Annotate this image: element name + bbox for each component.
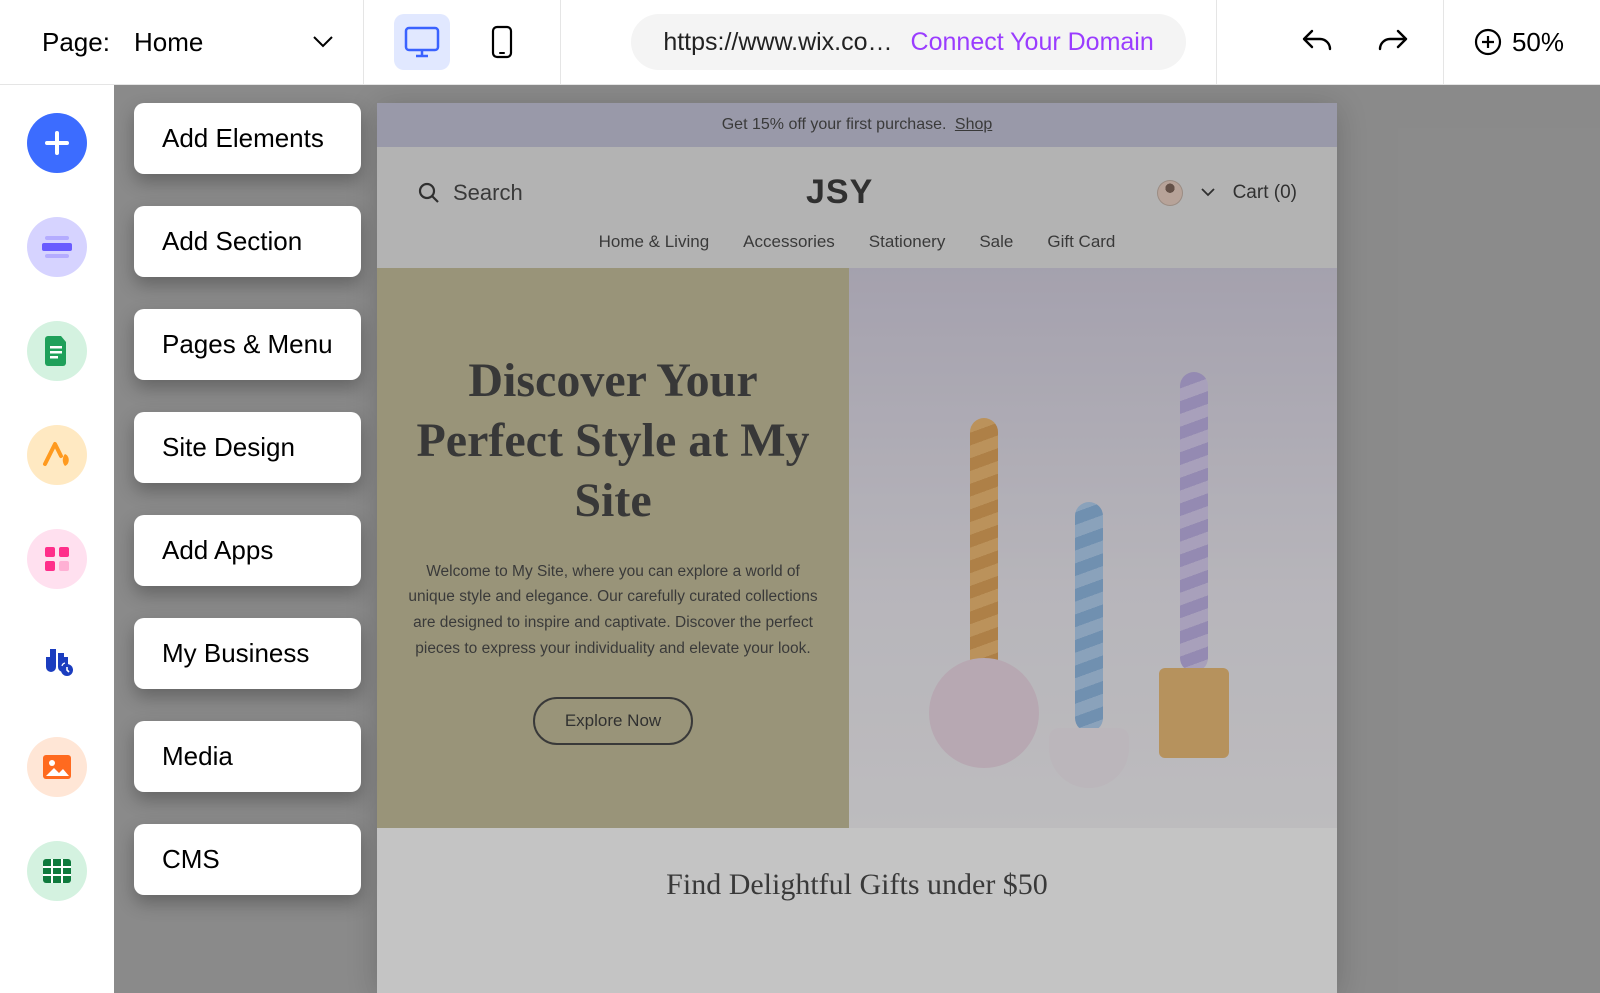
divider bbox=[560, 0, 561, 84]
desktop-view-button[interactable] bbox=[394, 14, 450, 70]
nav-item[interactable]: Home & Living bbox=[599, 232, 710, 252]
rail-pages-menu[interactable] bbox=[27, 321, 87, 381]
nav-item[interactable]: Accessories bbox=[743, 232, 835, 252]
apps-icon bbox=[43, 545, 71, 573]
redo-icon bbox=[1376, 27, 1410, 57]
undo-button[interactable] bbox=[1297, 22, 1337, 62]
chevron-down-icon[interactable] bbox=[1201, 188, 1215, 197]
workspace: Add Elements Add Section Pages & Menu Si… bbox=[0, 85, 1600, 993]
tooltip-my-business[interactable]: My Business bbox=[134, 618, 361, 689]
tooltip-add-apps[interactable]: Add Apps bbox=[134, 515, 361, 586]
site-nav: Home & Living Accessories Stationery Sal… bbox=[417, 232, 1297, 252]
search-icon bbox=[417, 181, 441, 205]
header-right: Cart (0) bbox=[1157, 180, 1297, 206]
mobile-view-button[interactable] bbox=[474, 14, 530, 70]
cart-link[interactable]: Cart (0) bbox=[1233, 182, 1297, 204]
page-dropdown[interactable]: Home bbox=[134, 27, 333, 58]
divider bbox=[1216, 0, 1217, 84]
nav-item[interactable]: Gift Card bbox=[1047, 232, 1115, 252]
hero-image bbox=[849, 268, 1337, 828]
chevron-down-icon bbox=[313, 36, 333, 48]
device-switch bbox=[394, 14, 530, 70]
site-url: https://www.wix.co… bbox=[663, 28, 892, 57]
redo-button[interactable] bbox=[1373, 22, 1413, 62]
rail-add-apps[interactable] bbox=[27, 529, 87, 589]
hero-cta-button[interactable]: Explore Now bbox=[533, 697, 693, 745]
connect-domain-link[interactable]: Connect Your Domain bbox=[911, 28, 1154, 57]
divider bbox=[363, 0, 364, 84]
rail-cms[interactable] bbox=[27, 841, 87, 901]
nav-item[interactable]: Sale bbox=[979, 232, 1013, 252]
rail-my-business[interactable] bbox=[27, 633, 87, 693]
rail-add-section[interactable] bbox=[27, 217, 87, 277]
tooltip-cms[interactable]: CMS bbox=[134, 824, 361, 895]
page-value: Home bbox=[134, 27, 203, 58]
plus-icon bbox=[43, 129, 71, 157]
zoom-plus-icon bbox=[1474, 28, 1502, 56]
section-icon bbox=[42, 236, 72, 258]
site-logo[interactable]: JSY bbox=[806, 173, 873, 212]
nav-item[interactable]: Stationery bbox=[869, 232, 946, 252]
site-preview[interactable]: Get 15% off your first purchase. Shop Se… bbox=[377, 103, 1337, 993]
hero-left: Discover Your Perfect Style at My Site W… bbox=[377, 268, 849, 828]
rail-site-design[interactable] bbox=[27, 425, 87, 485]
promo-banner[interactable]: Get 15% off your first purchase. Shop bbox=[377, 103, 1337, 147]
tooltip-pages-menu[interactable]: Pages & Menu bbox=[134, 309, 361, 380]
promo-text: Get 15% off your first purchase. bbox=[722, 116, 947, 134]
cms-icon bbox=[42, 858, 72, 884]
editor-topbar: Page: Home https://www.wix.co… Connect Y… bbox=[0, 0, 1600, 85]
tooltip-media[interactable]: Media bbox=[134, 721, 361, 792]
media-icon bbox=[42, 754, 72, 780]
undo-icon bbox=[1300, 27, 1334, 57]
section-gifts[interactable]: Find Delightful Gifts under $50 bbox=[377, 828, 1337, 942]
hero-title: Discover Your Perfect Style at My Site bbox=[407, 351, 819, 531]
promo-link[interactable]: Shop bbox=[955, 116, 992, 134]
business-icon bbox=[40, 647, 74, 679]
tooltip-add-section[interactable]: Add Section bbox=[134, 206, 361, 277]
candle-decoration bbox=[1049, 502, 1129, 788]
site-header: Search JSY Cart (0) Home & Living Access… bbox=[377, 147, 1337, 268]
search-button[interactable]: Search bbox=[417, 180, 523, 206]
hero-subtitle: Welcome to My Site, where you can explor… bbox=[407, 559, 819, 661]
sidebar-tooltips: Add Elements Add Section Pages & Menu Si… bbox=[134, 103, 361, 895]
tooltip-add-elements[interactable]: Add Elements bbox=[134, 103, 361, 174]
zoom-value: 50% bbox=[1512, 27, 1564, 58]
desktop-icon bbox=[404, 26, 440, 58]
page-label: Page: bbox=[42, 27, 110, 58]
history-group bbox=[1297, 22, 1413, 62]
avatar[interactable] bbox=[1157, 180, 1183, 206]
sidebar-rail bbox=[0, 85, 114, 993]
candle-decoration bbox=[1159, 372, 1229, 758]
rail-add-elements[interactable] bbox=[27, 113, 87, 173]
design-icon bbox=[41, 440, 73, 470]
divider bbox=[1443, 0, 1444, 84]
tooltip-site-design[interactable]: Site Design bbox=[134, 412, 361, 483]
zoom-control[interactable]: 50% bbox=[1474, 27, 1564, 58]
page-selector-group: Page: Home bbox=[0, 0, 333, 84]
search-label: Search bbox=[453, 180, 523, 206]
rail-media[interactable] bbox=[27, 737, 87, 797]
mobile-icon bbox=[491, 25, 513, 59]
page-icon bbox=[45, 336, 69, 366]
hero-section[interactable]: Discover Your Perfect Style at My Site W… bbox=[377, 268, 1337, 828]
url-bar[interactable]: https://www.wix.co… Connect Your Domain bbox=[631, 14, 1185, 70]
section-gifts-title: Find Delightful Gifts under $50 bbox=[666, 868, 1048, 901]
candle-decoration bbox=[929, 418, 1039, 768]
